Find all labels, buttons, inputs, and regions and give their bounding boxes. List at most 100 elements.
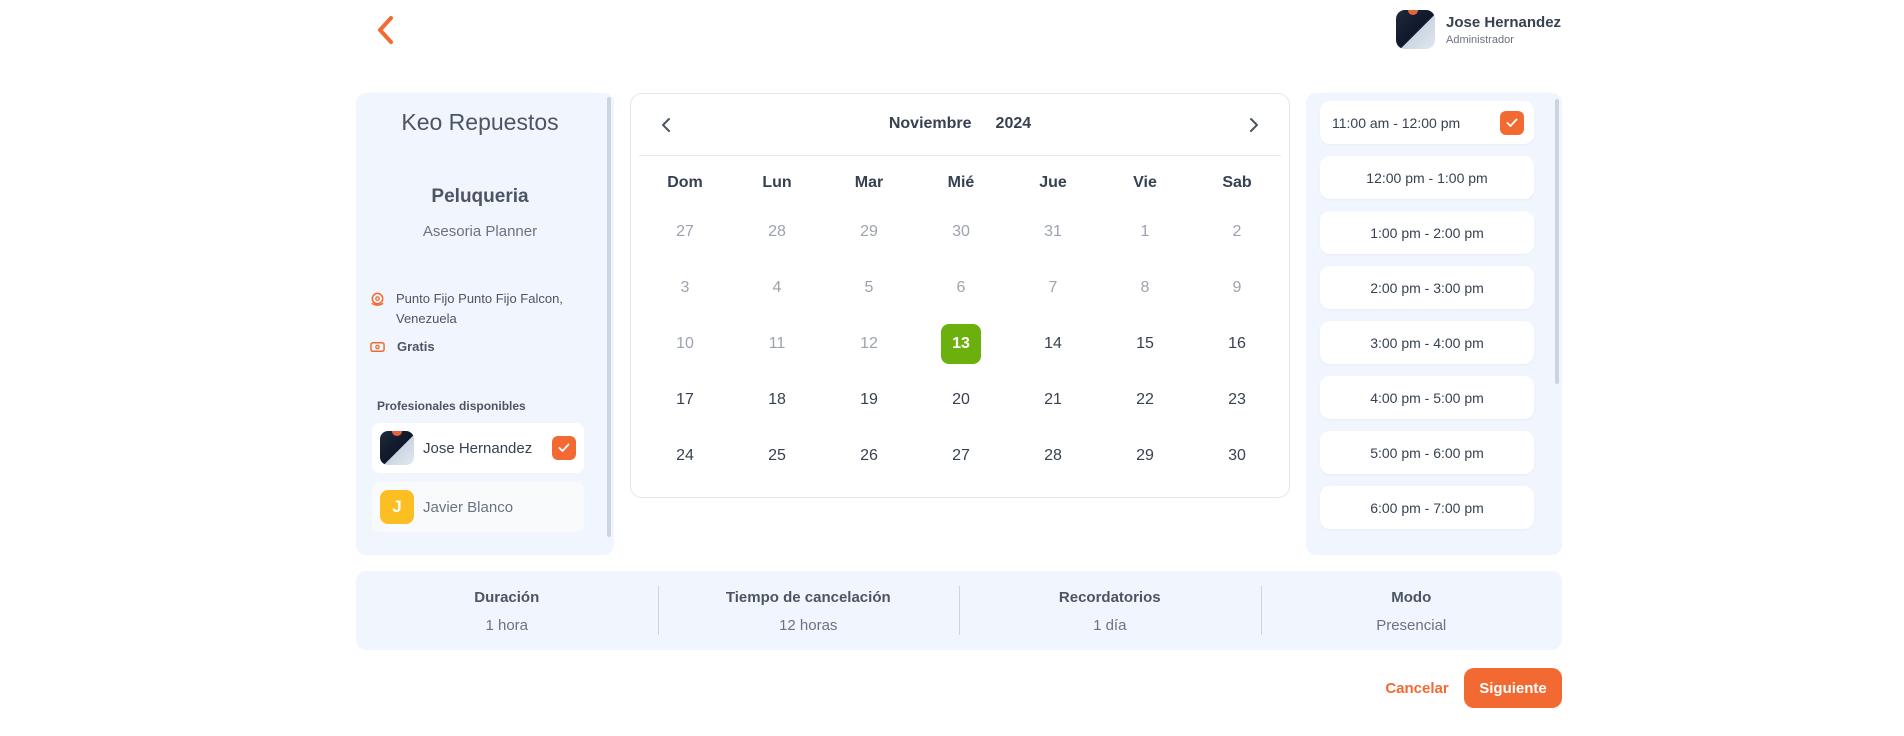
day-number[interactable]: 28 bbox=[1033, 436, 1073, 476]
calendar-day: 2 bbox=[1191, 204, 1283, 260]
appointment-details: Duración 1 hora Tiempo de cancelación 12 ho… bbox=[356, 571, 1562, 650]
weekday-label: Jue bbox=[1039, 174, 1067, 191]
day-number[interactable]: 22 bbox=[1125, 380, 1165, 420]
detail-value: 12 horas bbox=[779, 617, 838, 634]
chevron-right-icon bbox=[1250, 118, 1258, 132]
time-slot-label: 12:00 pm - 1:00 pm bbox=[1366, 169, 1488, 186]
weekday-label: Sab bbox=[1222, 174, 1252, 191]
selected-day[interactable]: 13 bbox=[941, 324, 981, 364]
back-button[interactable] bbox=[370, 10, 400, 50]
scrollbar[interactable] bbox=[607, 97, 611, 537]
day-number[interactable]: 29 bbox=[1125, 436, 1165, 476]
day-number[interactable]: 20 bbox=[941, 380, 981, 420]
detail-item: Duración 1 hora bbox=[356, 571, 658, 650]
calendar-year: 2024 bbox=[995, 115, 1032, 132]
day-number[interactable]: 24 bbox=[665, 436, 705, 476]
day-number[interactable]: 17 bbox=[665, 380, 705, 420]
calendar-day[interactable]: 15 bbox=[1099, 316, 1191, 372]
day-number[interactable]: 15 bbox=[1125, 324, 1165, 364]
user-role: Administrador bbox=[1446, 33, 1514, 46]
detail-label: Tiempo de cancelación bbox=[725, 589, 891, 606]
calendar-day[interactable]: 24 bbox=[639, 428, 731, 484]
calendar-day[interactable]: 14 bbox=[1007, 316, 1099, 372]
avatar bbox=[1396, 10, 1435, 49]
calendar-grid: Dom Lun Mar Mié Jue Vie Sab 27 28 29 30 31 1 2 3 4 5 6 7 8 9… bbox=[639, 156, 1283, 484]
address-text: Punto Fijo Punto Fijo Falcon, Venezuela bbox=[396, 291, 563, 326]
calendar-day[interactable]: 28 bbox=[1007, 428, 1099, 484]
next-month-button[interactable] bbox=[1243, 114, 1265, 136]
calendar-day[interactable]: 21 bbox=[1007, 372, 1099, 428]
calendar-day: 28 bbox=[731, 204, 823, 260]
day-number: 2 bbox=[1232, 223, 1242, 240]
user-profile[interactable]: Jose Hernandez Administrador bbox=[1396, 10, 1561, 49]
calendar-month: Noviembre bbox=[888, 115, 972, 132]
day-number[interactable]: 21 bbox=[1033, 380, 1073, 420]
day-number[interactable]: 30 bbox=[1217, 436, 1257, 476]
calendar-day: 1 bbox=[1099, 204, 1191, 260]
day-number[interactable]: 26 bbox=[849, 436, 889, 476]
day-number[interactable]: 16 bbox=[1217, 324, 1257, 364]
detail-item: Modo Presencial bbox=[1260, 571, 1563, 650]
next-button[interactable]: Siguiente bbox=[1464, 668, 1562, 708]
day-number: 3 bbox=[680, 279, 690, 296]
calendar-day: 7 bbox=[1007, 260, 1099, 316]
day-number[interactable]: 14 bbox=[1033, 324, 1073, 364]
calendar-day: 31 bbox=[1007, 204, 1099, 260]
calendar-day[interactable]: 27 bbox=[915, 428, 1007, 484]
time-slot[interactable]: 6:00 pm - 7:00 pm bbox=[1320, 486, 1534, 529]
business-info-panel: Keo Repuestos Peluqueria Asesoria Planne… bbox=[356, 93, 614, 555]
calendar-day[interactable]: 29 bbox=[1099, 428, 1191, 484]
price-text: Gratis bbox=[397, 339, 435, 354]
time-slot[interactable]: 4:00 pm - 5:00 pm bbox=[1320, 376, 1534, 419]
calendar-day[interactable]: 19 bbox=[823, 372, 915, 428]
cancel-button[interactable]: Cancelar bbox=[1377, 668, 1457, 708]
location-pin-icon bbox=[370, 289, 385, 309]
time-slots-panel: 11:00 am - 12:00 pm 12:00 pm - 1:00 pm 1:0… bbox=[1306, 93, 1562, 555]
calendar-day[interactable]: 25 bbox=[731, 428, 823, 484]
time-slot[interactable]: 3:00 pm - 4:00 pm bbox=[1320, 321, 1534, 364]
day-number[interactable]: 23 bbox=[1217, 380, 1257, 420]
price-row: Gratis bbox=[370, 337, 435, 357]
calendar-day[interactable]: 30 bbox=[1191, 428, 1283, 484]
weekday-label: Lun bbox=[762, 174, 792, 191]
time-slot[interactable]: 12:00 pm - 1:00 pm bbox=[1320, 156, 1534, 199]
weekday-label: Mar bbox=[854, 174, 884, 191]
calendar-day[interactable]: 16 bbox=[1191, 316, 1283, 372]
calendar-day[interactable]: 22 bbox=[1099, 372, 1191, 428]
time-slot[interactable]: 2:00 pm - 3:00 pm bbox=[1320, 266, 1534, 309]
user-info: Jose Hernandez Administrador bbox=[1446, 14, 1561, 46]
weekday-label: Mié bbox=[947, 174, 975, 191]
day-number[interactable]: 18 bbox=[757, 380, 797, 420]
time-slot-label: 4:00 pm - 5:00 pm bbox=[1370, 389, 1484, 406]
time-slot[interactable]: 5:00 pm - 6:00 pm bbox=[1320, 431, 1534, 474]
time-slot[interactable]: 1:00 pm - 2:00 pm bbox=[1320, 211, 1534, 254]
calendar-day: 10 bbox=[639, 316, 731, 372]
professional-name: Javier Blanco bbox=[423, 498, 514, 516]
day-number[interactable]: 27 bbox=[941, 436, 981, 476]
day-number[interactable]: 25 bbox=[757, 436, 797, 476]
check-icon[interactable] bbox=[1500, 110, 1524, 135]
calendar-week-row: 24 25 26 27 28 29 30 bbox=[639, 428, 1283, 484]
scrollbar[interactable] bbox=[1555, 99, 1559, 384]
calendar-day: 12 bbox=[823, 316, 915, 372]
detail-value: 1 hora bbox=[485, 617, 529, 634]
calendar-day[interactable]: 13 bbox=[915, 316, 1007, 372]
weekday-label: Vie bbox=[1133, 174, 1157, 191]
calendar-day[interactable]: 17 bbox=[639, 372, 731, 428]
calendar-day[interactable]: 23 bbox=[1191, 372, 1283, 428]
day-number: 9 bbox=[1232, 279, 1242, 296]
time-slot[interactable]: 11:00 am - 12:00 pm bbox=[1320, 101, 1534, 144]
business-name: Keo Repuestos bbox=[401, 109, 559, 135]
day-number[interactable]: 19 bbox=[849, 380, 889, 420]
calendar-day[interactable]: 20 bbox=[915, 372, 1007, 428]
day-number: 31 bbox=[1044, 223, 1062, 240]
day-number: 10 bbox=[676, 335, 694, 352]
calendar-week-row: 17 18 19 20 21 22 23 bbox=[639, 372, 1283, 428]
calendar-day[interactable]: 18 bbox=[731, 372, 823, 428]
calendar-header: Noviembre 2024 bbox=[639, 94, 1281, 156]
check-icon[interactable] bbox=[552, 436, 576, 460]
professional-card[interactable]: J Javier Blanco bbox=[372, 482, 584, 532]
professional-card[interactable]: Jose Hernandez bbox=[372, 423, 584, 473]
service-subtitle: Asesoria Planner bbox=[422, 223, 538, 240]
calendar-day[interactable]: 26 bbox=[823, 428, 915, 484]
